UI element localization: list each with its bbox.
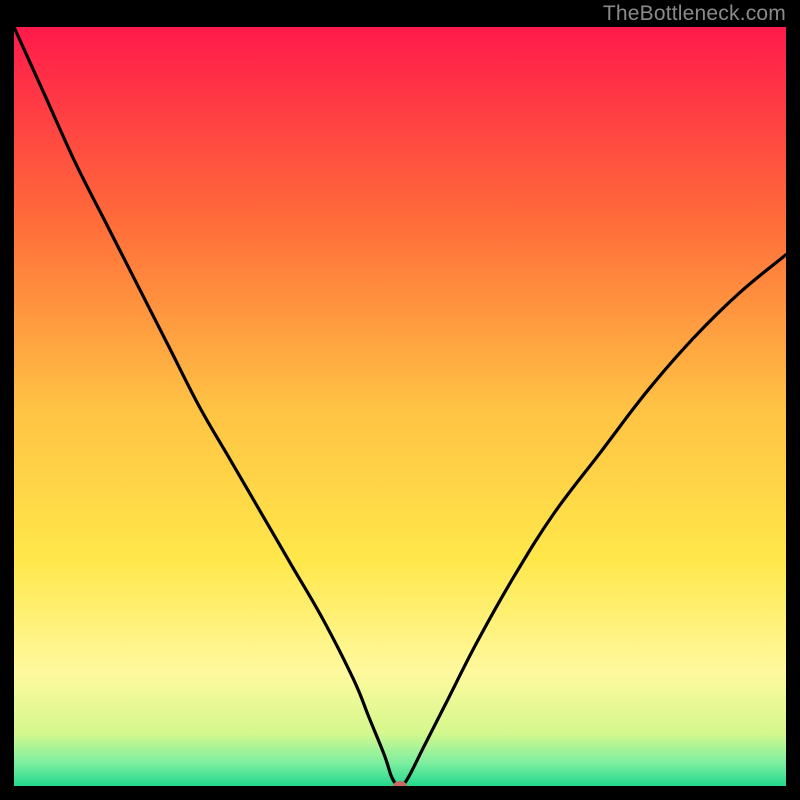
watermark-text: TheBottleneck.com: [603, 2, 786, 26]
chart-frame: [14, 27, 786, 786]
chart-plot: [14, 27, 786, 786]
gradient-background: [14, 27, 786, 786]
